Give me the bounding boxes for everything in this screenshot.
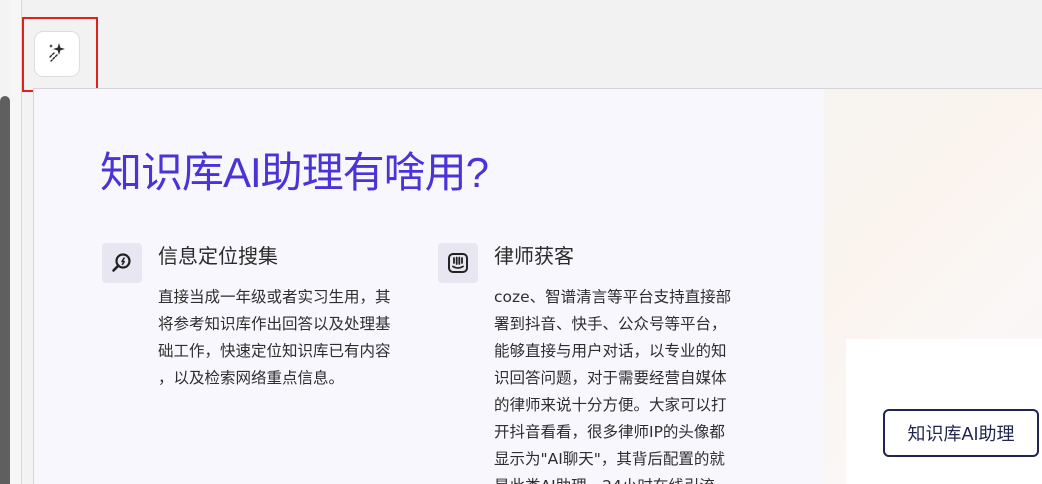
magnifier-icon xyxy=(102,243,142,283)
feature-description: coze、智谱清言等平台支持直接部 署到抖音、快手、公众号等平台， 能够直接与用… xyxy=(494,288,732,484)
left-scrollbar[interactable] xyxy=(0,96,10,484)
intercom-icon xyxy=(438,243,478,283)
top-bar xyxy=(22,0,1042,88)
ai-assistant-toggle-button[interactable] xyxy=(34,31,80,77)
knowledge-assistant-button[interactable]: 知识库AI助理 xyxy=(883,409,1039,457)
feature-description: 直接当成一年级或者实习生用，其 将参考知识库作出回答以及处理基 础工作，快速定位… xyxy=(158,288,391,387)
feature-title: 信息定位搜集 xyxy=(158,244,278,268)
page-title: 知识库AI助理有啥用? xyxy=(100,149,489,196)
sparkles-icon xyxy=(45,40,69,68)
embedded-page: 知识库AI助理有啥用? 信息定位搜集 直接当成一年级或者实习生用，其 将参考知识… xyxy=(33,88,1042,484)
content-panel: 知识库AI助理有啥用? 信息定位搜集 直接当成一年级或者实习生用，其 将参考知识… xyxy=(34,89,824,484)
feature-title: 律师获客 xyxy=(494,244,574,268)
